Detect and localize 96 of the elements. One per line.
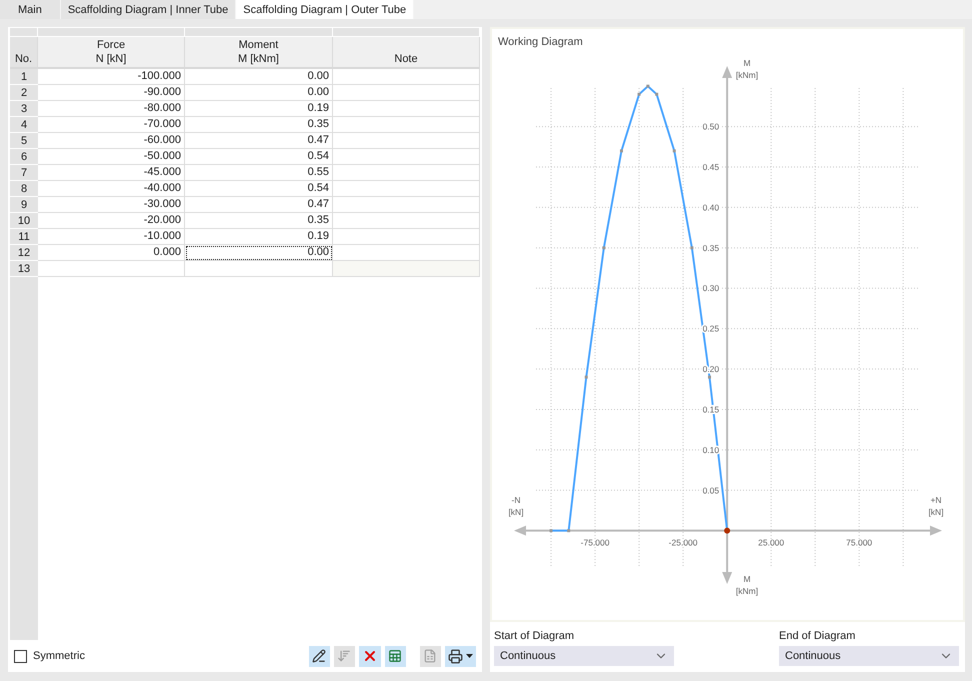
- axis-label: M: [743, 58, 751, 68]
- dropdown[interactable]: Continuous: [494, 646, 674, 666]
- table-cell[interactable]: [333, 165, 480, 181]
- table-cell[interactable]: 0.00: [185, 85, 333, 101]
- dropdown[interactable]: Continuous: [779, 646, 959, 666]
- delete-icon: [362, 648, 378, 664]
- table-cell[interactable]: 0.00: [185, 245, 333, 261]
- table-cell[interactable]: 0.35: [185, 213, 333, 229]
- table-cell[interactable]: -60.000: [38, 133, 185, 149]
- table-cell[interactable]: 0.47: [185, 133, 333, 149]
- row-number: 3: [10, 101, 38, 117]
- axis-label: -N: [512, 495, 520, 505]
- x-tick-label: -75.000: [580, 538, 610, 548]
- row-number: 8: [10, 181, 38, 197]
- origin-point: [724, 528, 730, 534]
- select-label: End of Diagram: [779, 630, 856, 642]
- axis-label: +N: [930, 495, 942, 505]
- row-number: 13: [10, 261, 38, 277]
- pencil-icon: [312, 649, 326, 663]
- row-number: 1: [10, 69, 38, 85]
- row-number: 7: [10, 165, 38, 181]
- table-cell[interactable]: -70.000: [38, 117, 185, 133]
- tab[interactable]: Scaffolding Diagram | Outer Tube: [236, 0, 414, 19]
- table-cell[interactable]: [333, 213, 480, 229]
- y-tick-label: 0.30: [702, 283, 720, 294]
- table-cell[interactable]: -45.000: [38, 165, 185, 181]
- table-cell[interactable]: -40.000: [38, 181, 185, 197]
- delete-button[interactable]: [359, 646, 381, 666]
- row-number: 2: [10, 85, 38, 101]
- column-header: No.: [10, 37, 38, 69]
- tab[interactable]: Main: [0, 0, 61, 19]
- table-cell[interactable]: [333, 117, 480, 133]
- print-button[interactable]: [445, 646, 476, 666]
- chart-title: Working Diagram: [497, 35, 584, 50]
- axis-unit: [kNm]: [736, 586, 758, 596]
- printer-icon: [448, 648, 463, 664]
- axis-unit: [kN]: [928, 507, 944, 517]
- table-cell[interactable]: -10.000: [38, 229, 185, 245]
- select-label: Start of Diagram: [494, 630, 576, 642]
- y-tick-label: 0.40: [702, 202, 720, 212]
- table-cell[interactable]: -50.000: [38, 149, 185, 165]
- export-button[interactable]: [385, 646, 406, 666]
- row-number: 9: [10, 197, 38, 213]
- table-cell[interactable]: [333, 149, 480, 165]
- column-header[interactable]: Force N [kN]: [38, 37, 185, 69]
- table-cell[interactable]: -30.000: [38, 197, 185, 213]
- table-cell[interactable]: 0.35: [185, 117, 333, 133]
- table-cell[interactable]: [333, 197, 480, 213]
- axis-unit: [kNm]: [736, 70, 758, 80]
- table-cell[interactable]: -100.000: [38, 69, 185, 85]
- table-cell[interactable]: 0.19: [185, 101, 333, 117]
- row-number: 4: [10, 117, 38, 133]
- table-cell[interactable]: 0.54: [185, 181, 333, 197]
- y-tick-label: 0.05: [702, 485, 720, 496]
- caret-icon: [466, 654, 473, 658]
- y-tick-label: 0.50: [702, 122, 720, 132]
- table-cell[interactable]: [333, 85, 480, 101]
- column-header[interactable]: Note: [333, 37, 480, 69]
- table-cell[interactable]: -90.000: [38, 85, 185, 101]
- row-number: 10: [10, 213, 38, 229]
- table-cell[interactable]: -20.000: [38, 213, 185, 229]
- spreadsheet-icon: [423, 649, 437, 663]
- tab[interactable]: Scaffolding Diagram | Inner Tube: [60, 0, 236, 19]
- column-header[interactable]: Moment M [kNm]: [185, 37, 333, 69]
- row-number: 12: [10, 245, 38, 261]
- y-tick-label: 0.45: [702, 162, 720, 172]
- x-tick-label: 25.000: [758, 538, 784, 548]
- table-cell[interactable]: [333, 261, 480, 277]
- table-cell[interactable]: [333, 133, 480, 149]
- x-tick-label: 75.000: [846, 538, 872, 548]
- x-tick-label: -25.000: [668, 538, 698, 548]
- table-cell[interactable]: 0.000: [38, 245, 185, 261]
- table-cell[interactable]: [333, 181, 480, 197]
- table-cell[interactable]: 0.55: [185, 165, 333, 181]
- row-number: 11: [10, 229, 38, 245]
- table-cell[interactable]: 0.47: [185, 197, 333, 213]
- table-cell[interactable]: [333, 245, 480, 261]
- table-cell[interactable]: [38, 261, 185, 277]
- edit-button[interactable]: [309, 646, 330, 666]
- table-cell[interactable]: 0.00: [185, 69, 333, 85]
- axis-label: M: [743, 574, 751, 584]
- spreadsheet-icon: [388, 649, 402, 663]
- table-cell[interactable]: [185, 261, 333, 277]
- table-cell[interactable]: -80.000: [38, 101, 185, 117]
- table-cell[interactable]: [333, 101, 480, 117]
- table-cell[interactable]: 0.19: [185, 229, 333, 245]
- table-cell[interactable]: [333, 69, 480, 85]
- checkbox[interactable]: [14, 650, 27, 662]
- table-cell[interactable]: [333, 229, 480, 245]
- row-number: 6: [10, 149, 38, 165]
- axis-unit: [kN]: [508, 507, 524, 517]
- table-cell[interactable]: 0.54: [185, 149, 333, 165]
- sort-icon: [337, 649, 351, 663]
- y-tick-label: 0.35: [702, 242, 720, 253]
- checkbox-label: Symmetric: [33, 650, 85, 662]
- row-number: 5: [10, 133, 38, 149]
